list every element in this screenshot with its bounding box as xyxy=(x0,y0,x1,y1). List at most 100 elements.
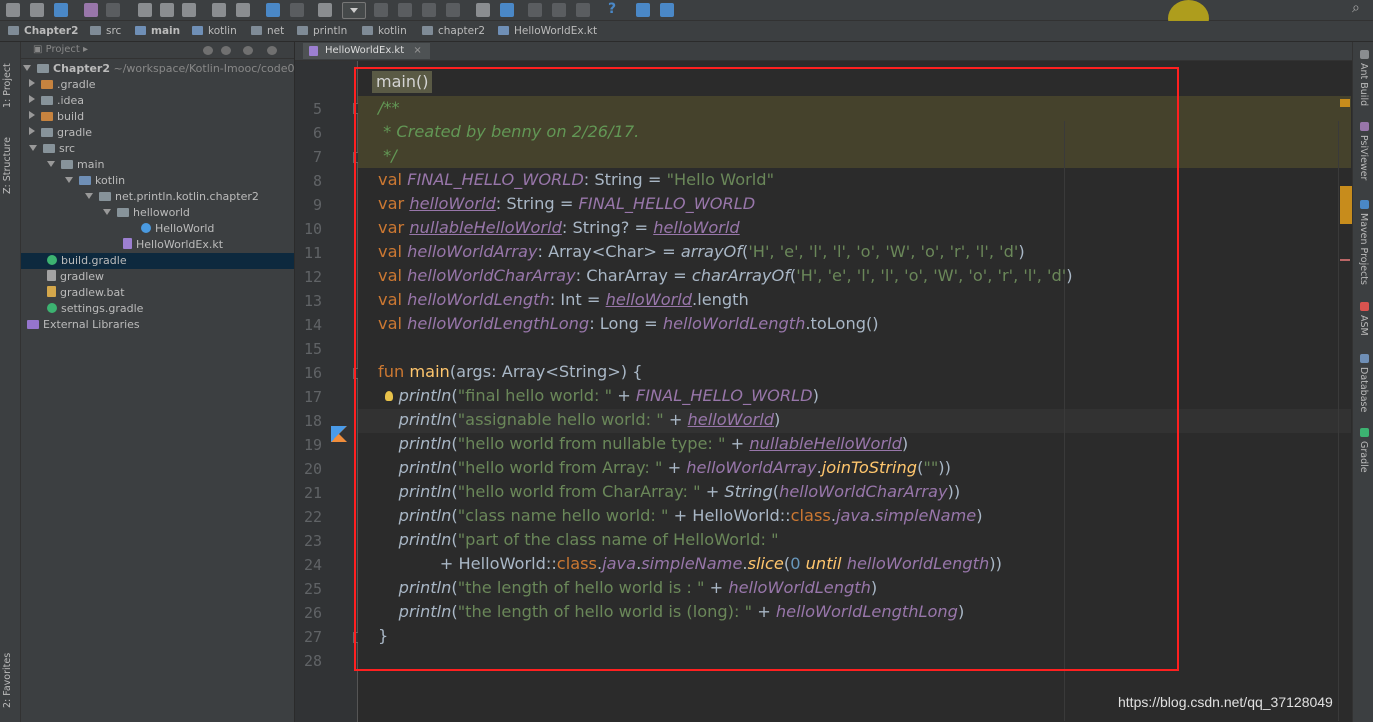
copy-icon[interactable] xyxy=(160,3,174,17)
sdk-manager-icon[interactable] xyxy=(528,3,542,17)
project-structure-icon[interactable] xyxy=(500,3,514,17)
tab-ant-build[interactable]: Ant Build xyxy=(1358,50,1369,106)
folder-icon xyxy=(43,144,55,153)
tab-asm[interactable]: ASM xyxy=(1358,302,1369,336)
debug-icon[interactable] xyxy=(398,3,412,17)
editor-tab-bar: HelloWorldEx.kt × xyxy=(295,42,1352,61)
search-everywhere-icon[interactable]: ⌕ xyxy=(1352,0,1360,16)
breadcrumb-item[interactable]: src xyxy=(90,24,121,38)
cut-icon[interactable] xyxy=(138,3,152,17)
breadcrumb-item[interactable]: net xyxy=(251,24,284,38)
breadcrumb-item[interactable]: kotlin xyxy=(362,24,407,38)
chevron-right-icon xyxy=(29,111,35,119)
run-config-dropdown[interactable] xyxy=(342,2,366,19)
tree-item-root[interactable]: Chapter2 ~/workspace/Kotlin-Imooc/code0 xyxy=(23,61,294,77)
line-number: 7 xyxy=(312,148,322,166)
code-line: val helloWorldLength: Int = helloWorld.l… xyxy=(378,290,749,309)
scroll-marker xyxy=(1340,99,1350,107)
line-number: 13 xyxy=(303,292,322,310)
tree-item[interactable]: build xyxy=(29,109,84,125)
breadcrumb-item[interactable]: main xyxy=(135,24,180,38)
tree-item[interactable]: settings.gradle xyxy=(47,301,143,317)
tab-gradle[interactable]: Gradle xyxy=(1358,428,1369,473)
device-monitor-icon[interactable] xyxy=(576,3,590,17)
tree-item[interactable]: helloworld xyxy=(103,205,190,221)
avd-manager-icon[interactable] xyxy=(552,3,566,17)
tree-item[interactable]: .gradle xyxy=(29,77,96,93)
close-icon[interactable]: × xyxy=(413,45,421,56)
stop-icon[interactable] xyxy=(446,3,460,17)
code-lines: /** * Created by benny on 2/26/17. */ va… xyxy=(378,96,1073,672)
tree-item-selected[interactable]: build.gradle xyxy=(21,253,294,269)
coverage-icon[interactable] xyxy=(422,3,436,17)
paste-icon[interactable] xyxy=(182,3,196,17)
scroll-from-source-icon[interactable] xyxy=(203,46,213,55)
sync-icon[interactable] xyxy=(54,3,68,17)
package-icon xyxy=(297,26,308,35)
breadcrumb-item[interactable]: Chapter2 xyxy=(8,24,78,38)
tree-item[interactable]: kotlin xyxy=(65,173,125,189)
line-number: 10 xyxy=(303,220,322,238)
tree-item[interactable]: HelloWorld xyxy=(141,221,214,237)
code-line: val helloWorldArray: Array<Char> = array… xyxy=(378,242,1025,261)
line-number: 20 xyxy=(303,460,322,478)
breadcrumb-item[interactable]: chapter2 xyxy=(422,24,485,38)
tab-structure[interactable]: Z: Structure xyxy=(2,137,13,194)
tree-item[interactable]: External Libraries xyxy=(27,317,140,333)
save-icon[interactable] xyxy=(30,3,44,17)
collapse-all-icon[interactable] xyxy=(221,46,231,55)
asm-icon xyxy=(1360,302,1369,311)
tree-item[interactable]: src xyxy=(29,141,75,157)
tab-maven-projects[interactable]: Maven Projects xyxy=(1358,200,1369,285)
code-line: val helloWorldLengthLong: Long = helloWo… xyxy=(378,314,879,333)
tree-item[interactable]: .idea xyxy=(29,93,84,109)
terminal-icon[interactable] xyxy=(636,3,650,17)
hide-panel-icon[interactable] xyxy=(267,46,277,55)
run-icon[interactable] xyxy=(374,3,388,17)
vcs-icon[interactable] xyxy=(476,3,490,17)
lightbulb-icon[interactable] xyxy=(384,391,393,401)
tree-item[interactable]: gradlew.bat xyxy=(47,285,125,301)
code-line: val FINAL_HELLO_WORLD: String = "Hello W… xyxy=(378,170,775,189)
editor-scrollbar-thumb[interactable] xyxy=(1340,186,1352,224)
code-editor[interactable]: main() /** * Created by benny on 2/26/17… xyxy=(358,61,1351,722)
folder-icon xyxy=(61,160,73,169)
code-line: */ xyxy=(378,146,397,165)
tab-database[interactable]: Database xyxy=(1358,354,1369,412)
forward-icon[interactable] xyxy=(290,3,304,17)
breadcrumb-item[interactable]: println xyxy=(297,24,347,38)
line-number: 14 xyxy=(303,316,322,334)
line-number: 28 xyxy=(303,652,322,670)
plugin-icon[interactable] xyxy=(660,3,674,17)
open-folder-icon[interactable] xyxy=(6,3,20,17)
tree-item[interactable]: HelloWorldEx.kt xyxy=(123,237,223,253)
code-line: println("hello world from Array: " + hel… xyxy=(398,458,951,477)
redo-icon[interactable] xyxy=(106,3,120,17)
tree-item[interactable]: gradle xyxy=(29,125,92,141)
build-icon[interactable] xyxy=(318,3,332,17)
undo-icon[interactable] xyxy=(84,3,98,17)
back-icon[interactable] xyxy=(266,3,280,17)
kotlin-run-icon[interactable] xyxy=(331,426,347,442)
code-line: println("hello world from CharArray: " +… xyxy=(398,482,961,501)
replace-icon[interactable] xyxy=(236,3,250,17)
tree-item[interactable]: gradlew xyxy=(47,269,104,285)
database-icon xyxy=(1360,354,1369,363)
breadcrumb-item[interactable]: kotlin xyxy=(192,24,237,38)
gear-icon[interactable] xyxy=(243,46,253,55)
tree-item[interactable]: net.println.kotlin.chapter2 xyxy=(85,189,259,205)
tab-favorites[interactable]: 2: Favorites xyxy=(2,653,13,708)
folder-icon xyxy=(41,128,53,137)
tab-helloworldex[interactable]: HelloWorldEx.kt × xyxy=(303,43,430,59)
line-number: 27 xyxy=(303,628,322,646)
project-view-selector[interactable]: ▣ Project ▸ xyxy=(33,44,88,55)
tree-item[interactable]: main xyxy=(47,157,104,173)
tab-project[interactable]: 1: Project xyxy=(2,63,13,108)
package-icon xyxy=(422,26,433,35)
breadcrumb-item[interactable]: HelloWorldEx.kt xyxy=(498,24,597,38)
tab-psiviewer[interactable]: PsiViewer xyxy=(1358,122,1369,180)
project-panel: ▣ Project ▸ Chapter2 ~/workspace/Kotlin-… xyxy=(21,42,294,722)
find-icon[interactable] xyxy=(212,3,226,17)
help-icon[interactable]: ? xyxy=(608,1,616,17)
folder-icon xyxy=(41,96,53,105)
